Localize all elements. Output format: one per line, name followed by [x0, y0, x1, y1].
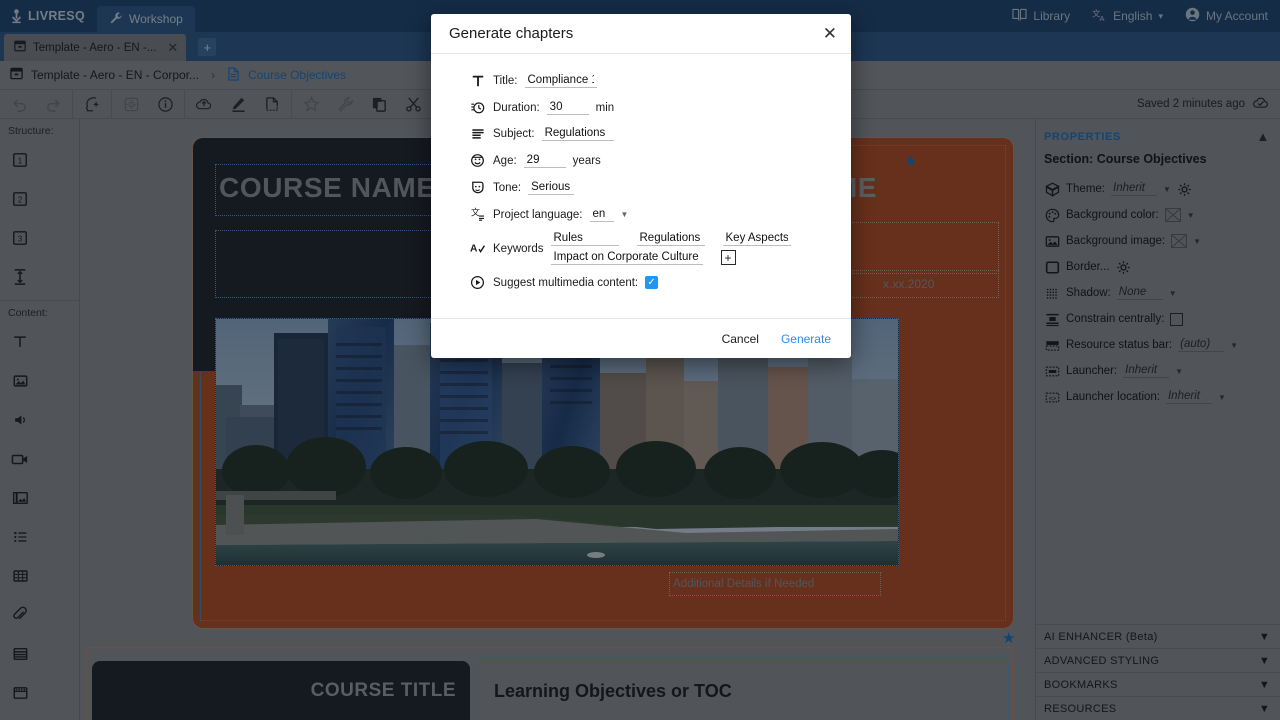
- tone-mask-icon: [469, 180, 486, 195]
- subject-input[interactable]: [541, 127, 614, 141]
- field-row-keywords: A Keywords +: [431, 228, 851, 269]
- generate-button[interactable]: Generate: [781, 332, 831, 346]
- duration-unit-label: min: [595, 101, 615, 114]
- svg-text:文: 文: [471, 207, 480, 217]
- keywords-row-2: +: [550, 250, 791, 265]
- dialog-title: Generate chapters: [449, 25, 574, 42]
- title-input[interactable]: [524, 74, 597, 88]
- field-label-multimedia: Suggest multimedia content:: [493, 276, 639, 289]
- field-label-tone: Tone:: [493, 181, 522, 194]
- generate-chapters-dialog: Generate chapters ✕ Title: Duration: min…: [431, 14, 851, 358]
- keyword-input-1[interactable]: [550, 232, 619, 246]
- chevron-down-icon[interactable]: ▼: [621, 210, 629, 219]
- keyword-input-3[interactable]: [722, 232, 791, 246]
- field-row-age: Age: years: [431, 147, 851, 174]
- duration-clock-icon: [469, 100, 486, 115]
- age-unit-label: years: [572, 154, 601, 167]
- field-row-title: Title:: [431, 68, 851, 94]
- svg-text:A: A: [470, 243, 478, 254]
- translate-icon: 文: [469, 207, 486, 222]
- add-keyword-button[interactable]: +: [720, 250, 736, 265]
- field-label-project-language: Project language:: [493, 208, 583, 221]
- field-row-multimedia: Suggest multimedia content: ✓: [431, 269, 851, 296]
- keyword-input-4[interactable]: [550, 250, 703, 265]
- dialog-footer: Cancel Generate: [431, 318, 851, 358]
- keyword-input-2[interactable]: [636, 232, 705, 246]
- field-row-tone: Tone:: [431, 174, 851, 201]
- keywords-grid: +: [550, 232, 791, 265]
- field-label-keywords: Keywords: [493, 242, 544, 255]
- subject-lines-icon: [469, 127, 486, 141]
- duration-input[interactable]: [546, 100, 589, 115]
- age-input[interactable]: [523, 153, 566, 168]
- multimedia-checkbox[interactable]: ✓: [645, 276, 659, 289]
- field-row-subject: Subject:: [431, 121, 851, 147]
- keywords-row-1: [550, 232, 791, 246]
- cancel-button[interactable]: Cancel: [722, 332, 759, 346]
- project-language-input[interactable]: [589, 207, 614, 222]
- play-circle-icon: [469, 275, 486, 290]
- tone-input[interactable]: [528, 180, 575, 195]
- age-face-icon: [469, 153, 486, 168]
- field-label-age: Age:: [493, 154, 517, 167]
- field-label-title: Title:: [493, 75, 518, 87]
- field-row-project-language: 文 Project language: ▼: [431, 201, 851, 228]
- text-format-icon: [469, 74, 486, 88]
- close-icon[interactable]: ✕: [823, 25, 837, 42]
- keywords-icon: A: [469, 241, 486, 256]
- field-row-duration: Duration: min: [431, 94, 851, 121]
- dialog-header: Generate chapters ✕: [431, 14, 851, 54]
- dialog-body: Title: Duration: min Subject: Age: years: [431, 54, 851, 318]
- field-label-subject: Subject:: [493, 128, 535, 140]
- field-label-duration: Duration:: [493, 101, 540, 114]
